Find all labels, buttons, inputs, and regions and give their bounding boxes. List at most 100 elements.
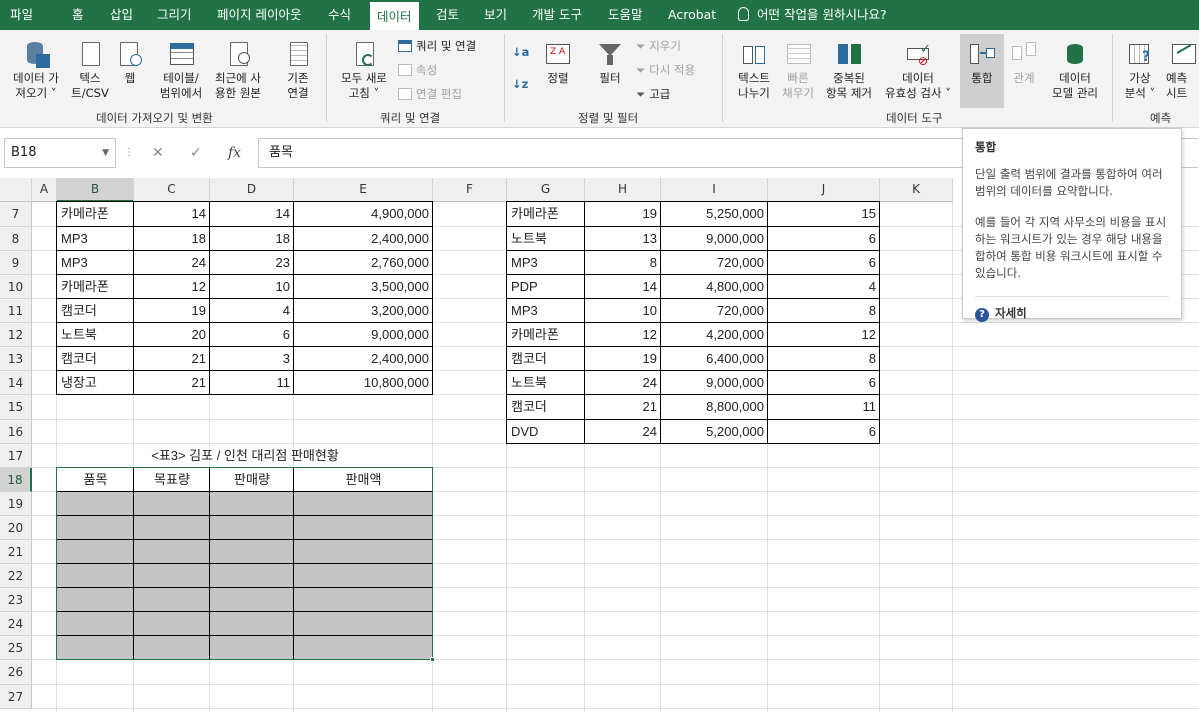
sort-button[interactable]: Z A 정렬	[538, 40, 578, 86]
cell[interactable]: 2,400,000	[294, 347, 433, 371]
table3-header[interactable]: 목표량	[134, 468, 210, 492]
row-header-8[interactable]: 8	[0, 227, 32, 251]
row-header-14[interactable]: 14	[0, 371, 32, 395]
clear-filter-button[interactable]: ⏷ 지우기	[636, 38, 681, 54]
cell[interactable]: 캠코더	[57, 347, 134, 371]
edit-links-button[interactable]: 연결 편집	[398, 86, 462, 102]
cell[interactable]: 14	[585, 275, 661, 299]
cell[interactable]: 4,900,000	[294, 202, 433, 226]
cell[interactable]: 21	[134, 371, 210, 395]
cell[interactable]: 10	[210, 275, 294, 299]
reapply-button[interactable]: ⏷ 다시 적용	[636, 62, 695, 78]
row-header-25[interactable]: 25	[0, 636, 32, 660]
tell-me-search[interactable]: 어떤 작업을 원하시나요?	[738, 0, 887, 30]
chevron-down-icon[interactable]: ▼	[102, 139, 109, 167]
cell[interactable]: 11	[768, 395, 880, 419]
column-header-h[interactable]: H	[585, 178, 661, 202]
properties-button[interactable]: 속성	[398, 62, 437, 78]
cell[interactable]: MP3	[507, 299, 585, 323]
cell[interactable]: 캠코더	[507, 347, 585, 371]
row-header-16[interactable]: 16	[0, 420, 32, 444]
table3-header[interactable]: 판매량	[210, 468, 294, 492]
tab-home[interactable]: 홈	[72, 0, 84, 30]
filter-button[interactable]: 필터	[590, 40, 630, 86]
cell[interactable]: 720,000	[661, 251, 768, 275]
enter-icon[interactable]: ✓	[190, 138, 202, 168]
relationships-button[interactable]: 관계	[1006, 40, 1042, 86]
cell[interactable]: DVD	[507, 420, 585, 444]
sort-descending-icon[interactable]: ↓z	[512, 76, 528, 92]
data-model-button[interactable]: 데이터 모델 관리	[1044, 40, 1106, 101]
column-header-c[interactable]: C	[134, 178, 210, 202]
row-header-9[interactable]: 9	[0, 251, 32, 275]
cell[interactable]: 21	[585, 395, 661, 419]
row-header-7[interactable]: 7	[0, 202, 32, 227]
tell-me-more-link[interactable]: ? 자세히	[975, 296, 1169, 322]
row-header-22[interactable]: 22	[0, 564, 32, 588]
table3-header[interactable]: 품목	[57, 468, 134, 492]
from-table-button[interactable]: 테이블/범위에서	[156, 40, 206, 101]
forecast-sheet-button[interactable]: 예측 시트	[1166, 40, 1199, 101]
row-header-20[interactable]: 20	[0, 516, 32, 540]
cell[interactable]: 3	[210, 347, 294, 371]
cell[interactable]: 냉장고	[57, 371, 134, 395]
row-header-26[interactable]: 26	[0, 660, 32, 685]
tab-developer[interactable]: 개발 도구	[532, 0, 582, 30]
cell[interactable]: 12	[585, 323, 661, 347]
cell[interactable]: 6	[768, 251, 880, 275]
recent-sources-button[interactable]: 최근에 사 용한 원본	[210, 40, 266, 101]
row-header-15[interactable]: 15	[0, 395, 32, 420]
cell[interactable]: 캠코더	[507, 395, 585, 419]
tab-view[interactable]: 보기	[484, 0, 507, 30]
cancel-icon[interactable]: ✕	[152, 138, 164, 168]
cell[interactable]: 카메라폰	[57, 275, 134, 299]
cell[interactable]: MP3	[507, 251, 585, 275]
row-header-11[interactable]: 11	[0, 299, 32, 323]
cell[interactable]: 6	[768, 227, 880, 251]
text-csv-button[interactable]: 텍스 트/CSV	[70, 40, 110, 101]
row-header-17[interactable]: 17	[0, 444, 32, 468]
cell[interactable]: 8	[585, 251, 661, 275]
tab-help[interactable]: 도움말	[608, 0, 643, 30]
cell[interactable]: 6,400,000	[661, 347, 768, 371]
cell[interactable]: 카메라폰	[507, 202, 585, 226]
consolidate-button[interactable]: 통합	[960, 34, 1004, 108]
row-header-13[interactable]: 13	[0, 347, 32, 371]
cell[interactable]: 12	[134, 275, 210, 299]
column-header-g[interactable]: G	[507, 178, 585, 202]
column-header-a[interactable]: A	[32, 178, 57, 202]
cell[interactable]: 카메라폰	[57, 202, 134, 226]
row-header-23[interactable]: 23	[0, 588, 32, 612]
cell[interactable]: 10	[585, 299, 661, 323]
cell[interactable]: 8	[768, 299, 880, 323]
cell[interactable]: 8,800,000	[661, 395, 768, 419]
cell[interactable]: 6	[210, 323, 294, 347]
cell[interactable]: 9,000,000	[294, 323, 433, 347]
tab-insert[interactable]: 삽입	[110, 0, 133, 30]
cell[interactable]: 캠코더	[57, 299, 134, 323]
cell[interactable]: 720,000	[661, 299, 768, 323]
column-header-e[interactable]: E	[294, 178, 433, 202]
cell[interactable]: 18	[134, 227, 210, 251]
cell[interactable]: 10,800,000	[294, 371, 433, 395]
cell[interactable]: 노트북	[507, 371, 585, 395]
cell[interactable]: 4	[768, 275, 880, 299]
tab-data[interactable]: 데이터	[370, 0, 419, 30]
cell[interactable]: 9,000,000	[661, 227, 768, 251]
row-header-19[interactable]: 19	[0, 492, 32, 516]
cell[interactable]: 3,500,000	[294, 275, 433, 299]
cell[interactable]: 노트북	[57, 323, 134, 347]
row-header-24[interactable]: 24	[0, 612, 32, 636]
advanced-filter-button[interactable]: ⏷ 고급	[636, 86, 670, 102]
column-header-j[interactable]: J	[768, 178, 880, 202]
what-if-button[interactable]: ? 가상 분석 ˅	[1118, 40, 1162, 101]
cell[interactable]: 15	[768, 202, 880, 226]
column-header-i[interactable]: I	[661, 178, 768, 202]
refresh-all-button[interactable]: 모두 새로 고침 ˅	[334, 40, 394, 101]
cell[interactable]: 13	[585, 227, 661, 251]
name-box[interactable]: B18 ▼	[4, 138, 116, 168]
cell[interactable]: 2,760,000	[294, 251, 433, 275]
tab-acrobat[interactable]: Acrobat	[668, 0, 716, 30]
row-header-12[interactable]: 12	[0, 323, 32, 347]
cell[interactable]: 9,000,000	[661, 371, 768, 395]
